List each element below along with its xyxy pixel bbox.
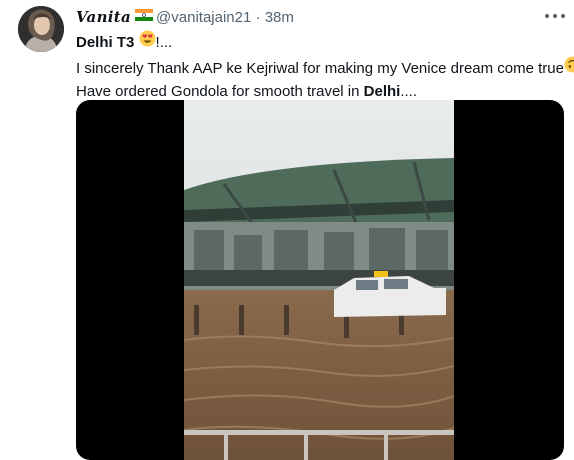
heart-eyes-emoji-icon <box>139 30 156 53</box>
tweet-line-3-prefix: Have ordered Gondola for smooth travel i… <box>76 83 364 100</box>
avatar-photo <box>18 6 64 52</box>
india-flag-icon <box>135 7 153 27</box>
video-thumbnail[interactable] <box>184 100 454 460</box>
user-avatar[interactable] <box>18 6 64 52</box>
tweet-media[interactable] <box>76 100 564 460</box>
tweet-line-3-bold: Delhi <box>364 83 401 100</box>
tweet-text: Delhi T3 !... I sincerely Thank AAP ke K… <box>76 30 574 102</box>
tweet-line-2: I sincerely Thank AAP ke Kejriwal for ma… <box>76 56 574 82</box>
tweet-bold-location: Delhi T3 <box>76 34 134 51</box>
tweet-line-3: Have ordered Gondola for smooth travel i… <box>76 82 574 102</box>
upside-down-face-emoji-icon <box>564 56 574 79</box>
tweet-header: Vanita @vanitajain21 · 38m <box>76 7 294 29</box>
user-handle[interactable]: @vanitajain21 <box>156 9 251 26</box>
tweet-line-2-text: I sincerely Thank AAP ke Kejriwal for ma… <box>76 60 564 77</box>
tweet-line-1-suffix: !... <box>156 34 173 51</box>
flooded-airport-video-frame <box>184 100 454 460</box>
tweet-line-1: Delhi T3 !... <box>76 30 574 56</box>
tweet-line-3-suffix: .... <box>400 83 417 100</box>
timestamp[interactable]: 38m <box>265 9 294 26</box>
display-name[interactable]: Vanita <box>76 8 131 26</box>
more-options-icon[interactable] <box>543 11 567 21</box>
separator-dot: · <box>256 9 261 26</box>
